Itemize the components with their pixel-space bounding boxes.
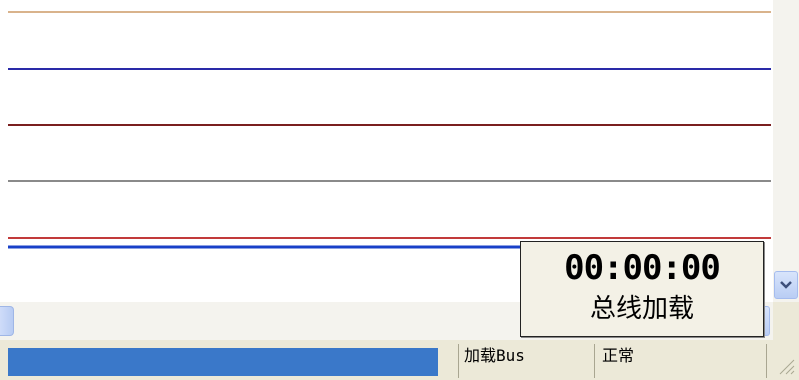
resize-grip-icon[interactable] [778, 356, 796, 376]
timer-display: 00:00:00 [564, 248, 721, 288]
bus-load-timer-panel: 00:00:00 总线加载 [520, 241, 764, 337]
scroll-down-button[interactable] [774, 271, 798, 299]
status-pane-bus: 加载Bus [462, 344, 590, 378]
status-separator [766, 344, 767, 378]
vertical-scrollbar[interactable] [773, 0, 799, 302]
bus-monitor-window: 加载Bus 正常 00:00:00 总线加载 [0, 0, 799, 380]
status-separator [594, 344, 595, 378]
status-separator [458, 344, 459, 378]
chevron-down-icon [780, 281, 792, 289]
status-pane-state-text: 正常 [602, 346, 635, 365]
bus-load-progress-bar [8, 348, 438, 376]
horizontal-scroll-thumb[interactable] [0, 306, 14, 336]
timer-label: 总线加载 [589, 294, 694, 324]
scrollbar-corner [773, 302, 799, 340]
status-pane-state: 正常 [600, 344, 760, 378]
status-pane-bus-text: 加载Bus [464, 346, 525, 365]
